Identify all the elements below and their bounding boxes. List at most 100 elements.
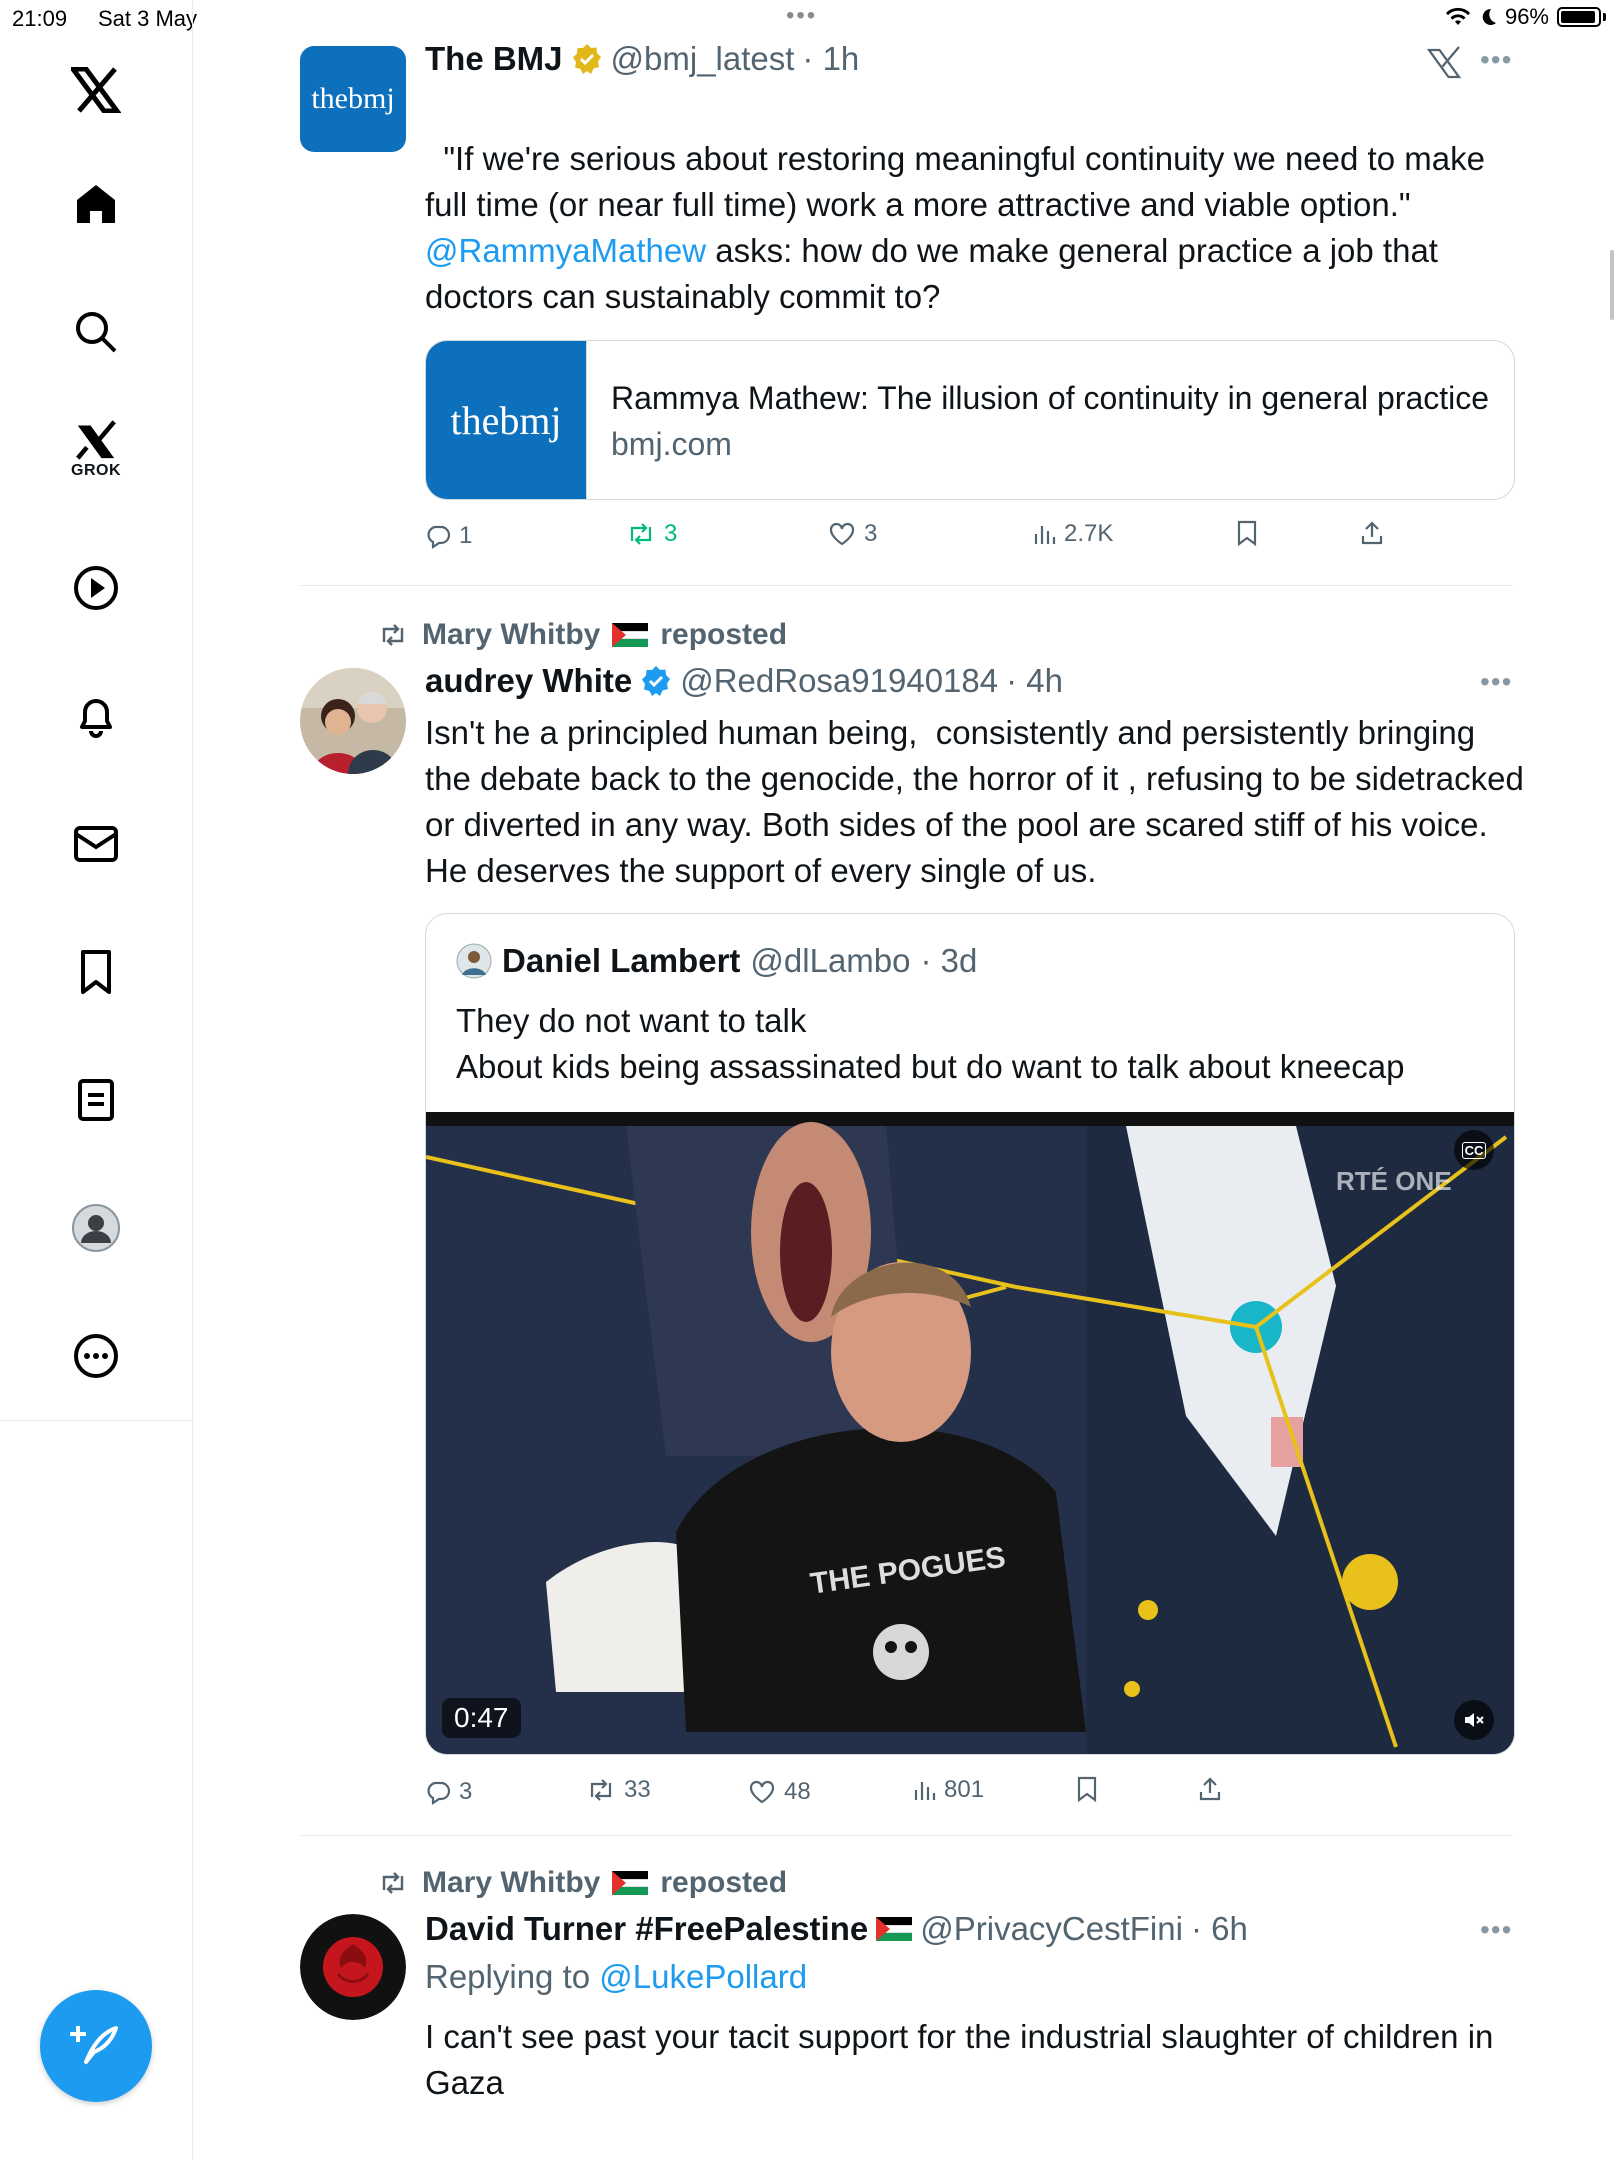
author-handle[interactable]: @bmj_latest (611, 40, 795, 78)
more-icon[interactable] (66, 1326, 126, 1386)
repost-icon (382, 624, 404, 646)
replying-to: Replying to @LukePollard (425, 1958, 807, 1996)
palestine-flag-icon (876, 1917, 913, 1941)
reply-icon (427, 525, 451, 549)
heart-icon (829, 522, 855, 546)
share-button[interactable] (1198, 1776, 1222, 1802)
reposter-name[interactable]: Mary Whitby (422, 618, 600, 652)
quote-author-handle[interactable]: @dlLambo (750, 942, 910, 980)
multitasking-dots-icon[interactable]: ••• (786, 2, 817, 30)
views-icon (1034, 526, 1056, 544)
tweet-header: audrey White @RedRosa91940184 · 4h (425, 662, 1063, 700)
repost-icon (630, 523, 652, 545)
moon-icon (1482, 8, 1496, 25)
tweet-time[interactable]: · 1h (802, 40, 859, 78)
home-icon[interactable] (66, 174, 126, 234)
tweet-time[interactable]: · 4h (1006, 662, 1063, 700)
verified-blue-icon (642, 666, 671, 696)
replying-prefix: Replying to (425, 1958, 600, 1995)
repost-icon (590, 1779, 612, 1801)
tweet-time[interactable]: · 6h (1191, 1910, 1248, 1948)
compose-post-button[interactable] (40, 1990, 152, 2102)
quoted-tweet[interactable]: Daniel Lambert @dlLambo · 3d They do not… (425, 913, 1515, 1755)
reposter-name[interactable]: Mary Whitby (422, 1866, 600, 1900)
verified-gold-icon (572, 44, 601, 74)
repost-button[interactable]: 3 (626, 520, 677, 548)
heart-icon (749, 1780, 775, 1804)
repost-attribution: Mary Whitby reposted (376, 1866, 787, 1900)
tweet-divider (300, 585, 1513, 586)
video-icon[interactable] (66, 558, 126, 618)
tweet-header: The BMJ @bmj_latest · 1h (425, 40, 859, 78)
repost-count: 3 (664, 520, 678, 547)
tweet-text: I can't see past your tacit support for … (425, 2018, 1503, 2101)
reply-button[interactable]: 3 (425, 1778, 472, 1806)
link-card[interactable]: thebmj Rammya Mathew: The illusion of co… (425, 340, 1515, 500)
avatar[interactable]: thebmj (300, 46, 406, 152)
video-duration: 0:47 (442, 1698, 521, 1738)
reply-count: 1 (459, 522, 473, 549)
grok-explain-icon[interactable] (1426, 44, 1462, 85)
scrollbar[interactable] (1610, 250, 1614, 320)
card-logo: thebmj (450, 397, 562, 443)
grok-icon[interactable]: GROK (66, 420, 126, 480)
video-frame: THE POGUES (426, 1112, 1514, 1754)
more-options-icon[interactable]: ••• (1480, 44, 1512, 76)
tweet-text: Isn't he a principled human being, consi… (425, 714, 1534, 889)
more-options-icon[interactable]: ••• (1480, 666, 1512, 698)
profile-icon[interactable] (66, 1198, 126, 1258)
like-button[interactable]: 48 (748, 1778, 811, 1806)
replying-to-link[interactable]: @LukePollard (599, 1958, 807, 1995)
quote-avatar (456, 943, 492, 979)
repost-button[interactable]: 33 (586, 1776, 651, 1804)
mute-button[interactable] (1454, 1700, 1494, 1740)
avatar[interactable] (300, 1914, 406, 2020)
quote-author-name[interactable]: Daniel Lambert (502, 942, 740, 980)
author-name[interactable]: The BMJ (425, 40, 563, 78)
messages-icon[interactable] (66, 814, 126, 874)
palestine-flag-icon (612, 1871, 649, 1895)
captions-button[interactable]: CC (1454, 1130, 1494, 1170)
reply-button[interactable]: 1 (425, 522, 472, 550)
notifications-icon[interactable] (66, 686, 126, 746)
share-icon (1361, 521, 1383, 545)
mention-link[interactable]: @RammyaMathew (425, 232, 706, 269)
search-icon[interactable] (66, 302, 126, 362)
views-count: 801 (944, 1776, 985, 1803)
quote-time[interactable]: · 3d (921, 942, 978, 980)
card-image: thebmj (426, 341, 587, 499)
video-player[interactable]: THE POGUES RTÉ ONE CC 0:47 (426, 1112, 1514, 1754)
repost-attribution: Mary Whitby reposted (376, 618, 787, 652)
status-indicators: 96% (1445, 4, 1606, 30)
share-button[interactable] (1360, 520, 1384, 546)
battery-icon (1557, 7, 1601, 27)
author-name[interactable]: audrey White (425, 662, 632, 700)
palestine-flag-icon (612, 623, 649, 647)
views-button[interactable]: 801 (912, 1776, 984, 1804)
wifi-icon (1445, 7, 1470, 25)
compose-icon (70, 2026, 118, 2064)
avatar[interactable] (300, 668, 406, 774)
sidebar-divider (0, 1420, 192, 1421)
like-count: 48 (784, 1778, 811, 1805)
views-button[interactable]: 2.7K (1032, 520, 1113, 548)
like-button[interactable]: 3 (828, 520, 877, 548)
captions-label: CC (1461, 1141, 1487, 1159)
like-count: 3 (864, 520, 878, 547)
x-logo-icon[interactable] (66, 60, 126, 120)
bookmark-button[interactable] (1236, 520, 1258, 546)
bookmark-button[interactable] (1076, 1776, 1098, 1802)
lists-icon[interactable] (66, 1070, 126, 1130)
author-handle[interactable]: @PrivacyCestFini (920, 1910, 1183, 1948)
quote-text: They do not want to talk About kids bein… (456, 1002, 1405, 1085)
author-handle[interactable]: @RedRosa91940184 (680, 662, 998, 700)
author-name[interactable]: David Turner #FreePalestine (425, 1910, 868, 1948)
video-watermark: RTÉ ONE (1336, 1166, 1452, 1196)
tweet-text-2: @RammyaMathew asks: how do we make gener… (425, 228, 1525, 320)
repost-count: 33 (624, 1776, 651, 1803)
repost-label: reposted (660, 618, 788, 651)
more-options-icon[interactable]: ••• (1480, 1914, 1512, 1946)
bookmarks-icon[interactable] (66, 942, 126, 1002)
tweet-text-quote: "If we're serious about restoring meanin… (425, 140, 1495, 223)
reply-icon (427, 1781, 451, 1805)
